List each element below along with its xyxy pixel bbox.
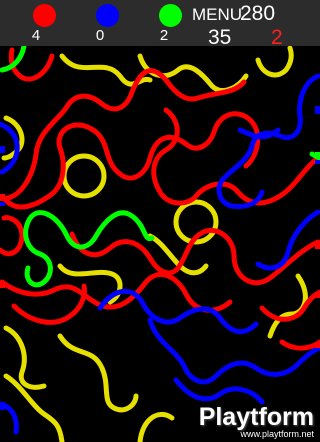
edge-marker	[0, 404, 5, 410]
hud-bar: 4 0 2 MENU 280 35 2	[0, 0, 320, 49]
blue-ball-icon	[96, 4, 119, 27]
score-value: 280	[240, 2, 276, 25]
green-path[interactable]	[23, 210, 69, 288]
edge-marker	[315, 160, 320, 164]
watermark-url: www.playtform.net	[240, 429, 314, 439]
red-path[interactable]	[279, 339, 320, 351]
yellow-path[interactable]	[255, 46, 294, 78]
edge-marker	[315, 292, 320, 298]
blue-count: 0	[95, 27, 105, 44]
red-count: 4	[31, 27, 41, 44]
watermark-logo: Playtform	[198, 403, 314, 431]
red-path[interactable]	[151, 107, 320, 206]
edge-marker	[0, 202, 5, 206]
watermark: Playtform www.playtform.net	[170, 402, 320, 442]
yellow-ring[interactable]	[61, 153, 107, 199]
green-path[interactable]	[63, 210, 155, 250]
red-path[interactable]	[0, 215, 25, 257]
blue-path[interactable]	[255, 209, 320, 271]
edge-marker	[0, 282, 5, 288]
blue-path[interactable]	[97, 289, 259, 335]
edge-marker	[315, 342, 320, 348]
yellow-path[interactable]	[137, 411, 175, 442]
menu-button[interactable]: MENU	[192, 5, 242, 25]
edge-marker	[0, 146, 5, 153]
red-path[interactable]	[0, 68, 247, 201]
yellow-path[interactable]	[57, 333, 139, 413]
yellow-path[interactable]	[267, 273, 308, 339]
edge-marker	[315, 242, 320, 249]
game-screen: 4 0 2 MENU 280 35 2 Playtform www.playtf…	[0, 0, 320, 442]
red-ball-icon	[33, 4, 56, 27]
blue-path[interactable]	[173, 377, 265, 405]
game-board[interactable]	[0, 46, 320, 442]
edge-marker	[315, 152, 320, 158]
green-count: 2	[159, 27, 169, 44]
green-ball-icon	[159, 4, 182, 27]
edge-marker	[315, 106, 320, 114]
edge-marker	[0, 194, 5, 201]
